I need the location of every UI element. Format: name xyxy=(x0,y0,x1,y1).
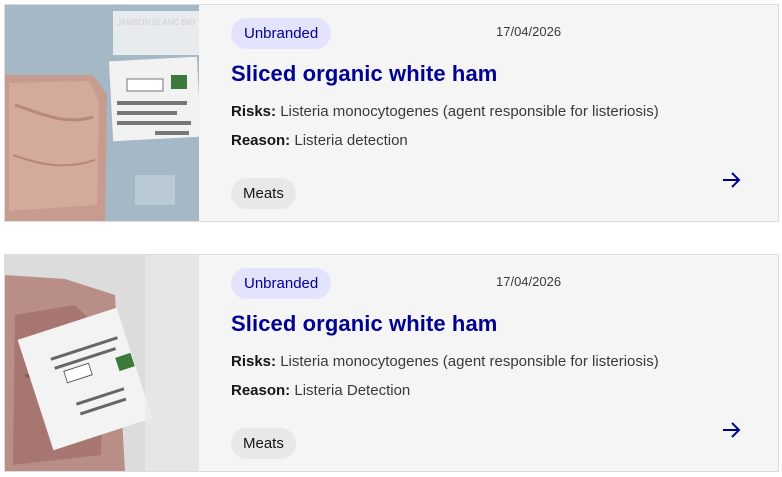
risks-label: Risks: xyxy=(231,103,277,120)
recall-card[interactable]: Unbranded 17/04/2026 Sliced organic whit… xyxy=(4,254,779,472)
brand-badge: Unbranded xyxy=(231,18,332,49)
recall-card[interactable]: JAMBON BLANC BIO TRANCHE Unbranded 17/04… xyxy=(4,4,779,222)
reason-value: Listeria detection xyxy=(294,132,408,149)
arrow-right-icon[interactable] xyxy=(719,168,743,192)
risks-label: Risks: xyxy=(231,353,277,370)
risks-value: Listeria monocytogenes (agent responsibl… xyxy=(280,103,659,120)
risks-line: Risks: Listeria monocytogenes (agent res… xyxy=(231,353,659,370)
reason-line: Reason: Listeria detection xyxy=(231,132,408,149)
product-image: JAMBON BLANC BIO TRANCHE xyxy=(5,5,199,221)
brand-badge: Unbranded xyxy=(231,268,332,299)
product-image xyxy=(5,255,199,471)
product-title[interactable]: Sliced organic white ham xyxy=(231,61,497,87)
recall-date: 17/04/2026 xyxy=(496,274,562,289)
category-tag: Meats xyxy=(231,178,296,209)
category-tag: Meats xyxy=(231,428,296,459)
reason-line: Reason: Listeria Detection xyxy=(231,382,410,399)
product-title[interactable]: Sliced organic white ham xyxy=(231,311,497,337)
recall-date: 17/04/2026 xyxy=(496,24,562,39)
risks-value: Listeria monocytogenes (agent responsibl… xyxy=(280,353,659,370)
reason-value: Listeria Detection xyxy=(294,382,411,399)
reason-label: Reason: xyxy=(231,132,291,149)
arrow-right-icon[interactable] xyxy=(719,418,743,442)
risks-line: Risks: Listeria monocytogenes (agent res… xyxy=(231,103,659,120)
reason-label: Reason: xyxy=(231,382,291,399)
